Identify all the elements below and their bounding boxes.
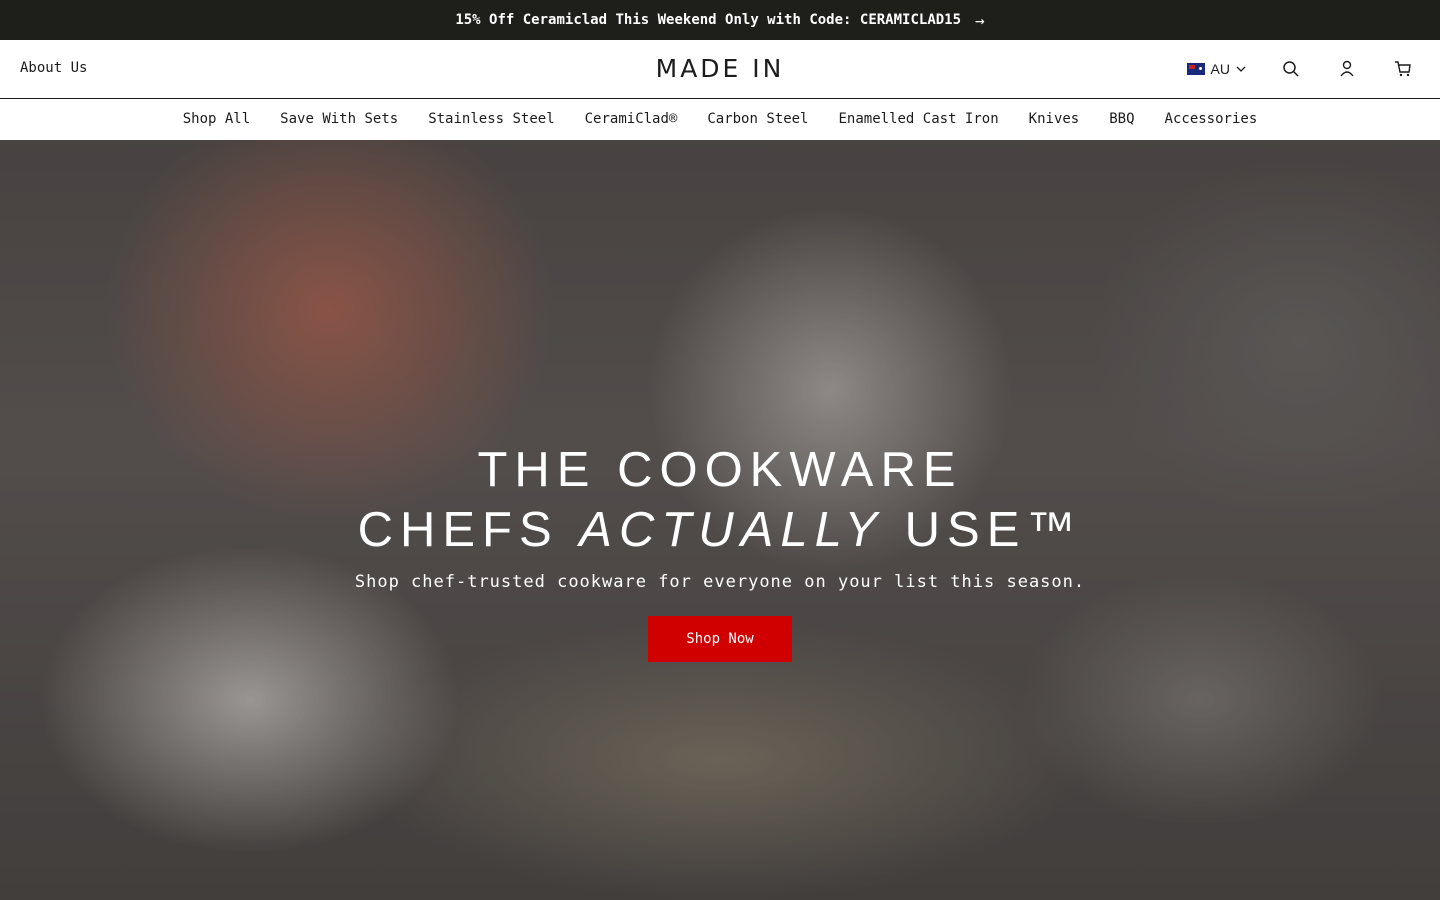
arrow-right-icon: → — [975, 10, 985, 30]
locale-selector[interactable]: AU — [1186, 61, 1246, 77]
cart-icon[interactable] — [1392, 58, 1414, 80]
hero-headline: THE COOKWARE CHEFS ACTUALLY USE™ — [0, 440, 1440, 560]
promo-banner[interactable]: 15% Off Ceramiclad This Weekend Only wit… — [0, 0, 1440, 40]
nav-item-save-with-sets[interactable]: Save With Sets — [280, 111, 398, 127]
account-icon[interactable] — [1336, 58, 1358, 80]
chevron-down-icon — [1236, 61, 1246, 77]
main-nav: Shop All Save With Sets Stainless Steel … — [0, 99, 1440, 139]
site-header: About Us MADE IN AU — [0, 40, 1440, 99]
nav-item-knives[interactable]: Knives — [1029, 111, 1080, 127]
nav-item-accessories[interactable]: Accessories — [1165, 111, 1258, 127]
nav-item-carbon-steel[interactable]: Carbon Steel — [707, 111, 808, 127]
hero-headline-line2-start: CHEFS — [357, 503, 580, 557]
nav-item-ceramiclad[interactable]: CeramiClad® — [585, 111, 678, 127]
nav-item-shop-all[interactable]: Shop All — [183, 111, 250, 127]
hero-headline-line2-end: USE™ — [884, 503, 1083, 557]
hero-subtitle: Shop chef-trusted cookware for everyone … — [354, 572, 1086, 592]
hero-content: THE COOKWARE CHEFS ACTUALLY USE™ Shop ch… — [0, 440, 1440, 662]
header-actions: AU — [1186, 40, 1414, 98]
nav-item-bbq[interactable]: BBQ — [1109, 111, 1134, 127]
shop-now-button[interactable]: Shop Now — [648, 616, 792, 662]
locale-label: AU — [1210, 61, 1230, 77]
flag-icon — [1186, 63, 1205, 75]
promo-text: 15% Off Ceramiclad This Weekend Only wit… — [455, 12, 962, 28]
hero-headline-line1: THE COOKWARE — [477, 443, 963, 497]
nav-item-enamelled-cast-iron[interactable]: Enamelled Cast Iron — [839, 111, 999, 127]
search-icon[interactable] — [1280, 58, 1302, 80]
nav-item-stainless-steel[interactable]: Stainless Steel — [428, 111, 554, 127]
hero-headline-emphasis: ACTUALLY — [579, 503, 885, 557]
hero-section: THE COOKWARE CHEFS ACTUALLY USE™ Shop ch… — [0, 140, 1440, 900]
